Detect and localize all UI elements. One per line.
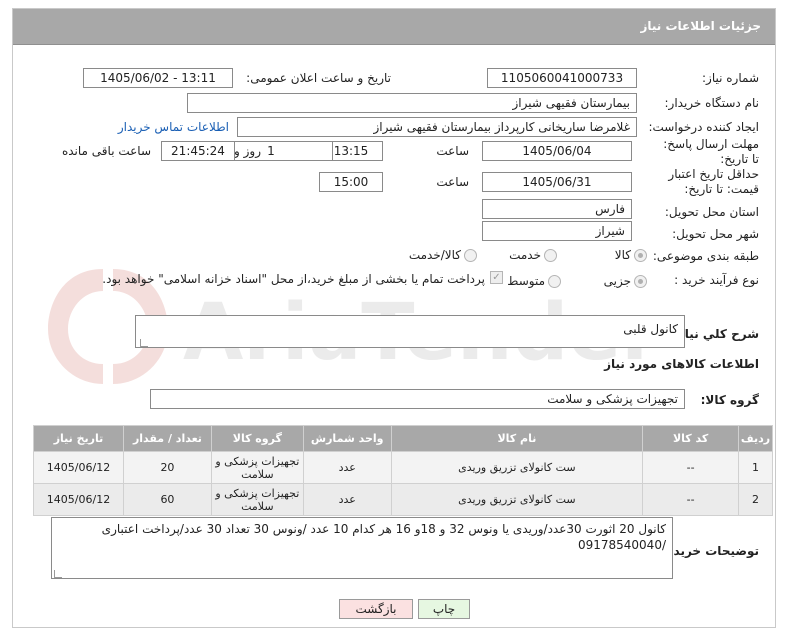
need-number-field[interactable]: 1105060041000733	[487, 68, 637, 88]
purchase-radio-partial[interactable]	[634, 275, 647, 288]
cell-group: تجهیزات پزشکی و سلامت	[210, 451, 304, 484]
announce-datetime-label: تاریخ و ساعت اعلان عمومی:	[246, 71, 391, 85]
goods-group-label: گروه کالا:	[700, 393, 759, 407]
back-button[interactable]: بازگشت	[339, 599, 413, 619]
buyer-org-field[interactable]: بیمارستان فقیهی شیراز	[187, 93, 637, 113]
cell-date: 1405/06/12	[33, 483, 124, 516]
cell-name: ست کانولای تزریق وریدی	[390, 451, 644, 484]
need-number-label: شماره نیاز:	[702, 71, 759, 85]
category-radio-service[interactable]	[544, 249, 557, 262]
cell-unit: عدد	[302, 483, 392, 516]
table-row[interactable]: 2 -- ست کانولای تزریق وریدی عدد تجهیزات …	[33, 483, 773, 516]
cell-qty: 20	[123, 451, 212, 484]
purchase-type-label: نوع فرآیند خرید :	[674, 273, 759, 287]
need-desc-field[interactable]: کانول قلبی	[135, 315, 685, 348]
price-validity-label: حداقل تاریخ اعتبار قیمت: تا تاریخ:	[668, 167, 759, 196]
category-goods-service-text: کالا/خدمت	[408, 248, 461, 262]
category-label: طبقه بندی موضوعی:	[652, 249, 759, 263]
cell-row: 1	[738, 451, 773, 484]
treasury-payment-checkbox[interactable]: ✓	[490, 271, 503, 284]
reply-deadline-label: مهلت ارسال پاسخ: تا تاریخ:	[663, 137, 759, 166]
remaining-time-field[interactable]: 21:45:24	[161, 141, 235, 161]
col-qty: تعداد / مقدار	[123, 425, 212, 452]
cell-date: 1405/06/12	[33, 451, 124, 484]
reply-hour-label: ساعت	[436, 144, 469, 158]
day-and-label: روز و	[234, 144, 261, 158]
col-date: تاریخ نیاز	[33, 425, 124, 452]
purchase-partial-text: جزیی	[603, 274, 631, 288]
cell-row: 2	[738, 483, 773, 516]
announce-datetime-field[interactable]: 1405/06/02 - 13:11	[83, 68, 233, 88]
print-button[interactable]: چاپ	[418, 599, 470, 619]
goods-group-field[interactable]: تجهیزات پزشکی و سلامت	[150, 389, 685, 409]
col-name: نام کالا	[390, 425, 644, 452]
category-radio-goods-service[interactable]	[464, 249, 477, 262]
need-details-panel: جزئیات اطلاعات نیاز AriaTender.neT شماره…	[12, 8, 776, 628]
reply-date-field[interactable]: 1405/06/04	[482, 141, 632, 161]
panel-title: جزئیات اطلاعات نیاز	[640, 19, 761, 33]
goods-info-heading: اطلاعات کالاهای مورد نیاز	[604, 357, 759, 371]
table-row[interactable]: 1 -- ست کانولای تزریق وریدی عدد تجهیزات …	[33, 451, 773, 484]
price-hour-label: ساعت	[436, 175, 469, 189]
requester-label: ایجاد کننده درخواست:	[648, 120, 759, 134]
city-field[interactable]: شیراز	[482, 221, 632, 241]
resize-handle-icon[interactable]	[54, 570, 62, 578]
col-row: ردیف	[738, 425, 773, 452]
province-field[interactable]: فارس	[482, 199, 632, 219]
need-desc-label: شرح كلي نياز:	[673, 327, 759, 341]
category-radio-goods[interactable]	[634, 249, 647, 262]
col-group: گروه کالا	[210, 425, 304, 452]
goods-table: ردیف کد کالا نام کالا واحد شمارش گروه کا…	[33, 425, 773, 516]
category-service-text: خدمت	[509, 248, 541, 262]
table-header-row: ردیف کد کالا نام کالا واحد شمارش گروه کا…	[33, 425, 773, 452]
cell-name: ست کانولای تزریق وریدی	[390, 483, 644, 516]
buyer-contact-link[interactable]: اطلاعات تماس خریدار	[118, 120, 229, 134]
cell-unit: عدد	[302, 451, 392, 484]
resize-handle-icon[interactable]	[140, 339, 148, 347]
buyer-notes-field[interactable]: کانول 20 اثورت 30عدد/وریدی یا ونوس 32 و …	[51, 517, 673, 579]
cell-code: --	[642, 451, 740, 484]
col-unit: واحد شمارش	[302, 425, 392, 452]
remaining-label: ساعت باقی مانده	[61, 144, 151, 158]
buyer-org-label: نام دستگاه خریدار:	[664, 96, 760, 110]
col-code: کد کالا	[642, 425, 740, 452]
city-label: شهر محل تحویل:	[672, 227, 759, 241]
province-label: استان محل تحویل:	[664, 205, 759, 219]
price-time-field[interactable]: 15:00	[319, 172, 383, 192]
panel-header: جزئیات اطلاعات نیاز	[13, 9, 775, 45]
treasury-payment-note: پرداخت تمام یا بخشی از مبلغ خرید،از محل …	[102, 272, 485, 286]
requester-field[interactable]: غلامرضا ساریخانی کارپرداز بیمارستان فقیه…	[237, 117, 637, 137]
purchase-medium-text: متوسط	[507, 274, 545, 288]
cell-qty: 60	[123, 483, 212, 516]
check-icon: ✓	[492, 272, 501, 283]
cell-group: تجهیزات پزشکی و سلامت	[210, 483, 304, 516]
price-date-field[interactable]: 1405/06/31	[482, 172, 632, 192]
cell-code: --	[642, 483, 740, 516]
purchase-radio-medium[interactable]	[548, 275, 561, 288]
category-goods-text: کالا	[614, 248, 631, 262]
